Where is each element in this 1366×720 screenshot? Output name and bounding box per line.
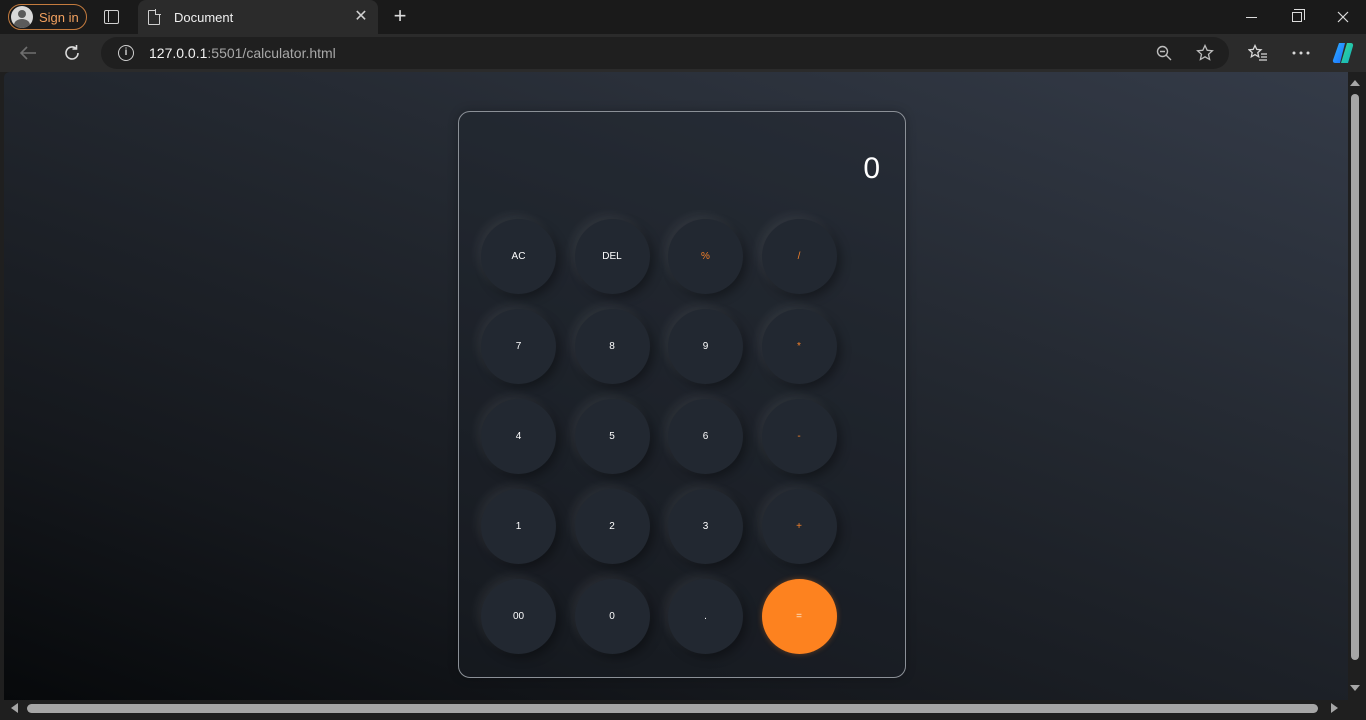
key-digit-5-button[interactable]: 5	[574, 399, 650, 474]
scroll-right-arrow-icon[interactable]	[1331, 703, 1338, 713]
calculator-display: 0	[863, 152, 880, 185]
url-path: :5501/calculator.html	[207, 45, 336, 61]
restore-icon	[1292, 9, 1305, 22]
browser-titlebar: Sign in Document ✕ +	[0, 0, 1366, 34]
url-text[interactable]: 127.0.0.1:5501/calculator.html	[149, 45, 336, 61]
key-digit-1-button[interactable]: 1	[481, 489, 556, 564]
url-host: 127.0.0.1	[149, 45, 208, 61]
key-digit-7-button[interactable]: 7	[481, 309, 556, 384]
tab-document[interactable]: Document ✕	[138, 0, 378, 34]
key-digit-9-button[interactable]: 9	[668, 309, 743, 384]
avatar-icon	[11, 6, 33, 28]
vertical-scrollbar[interactable]	[1348, 72, 1362, 700]
profile-sign-in-button[interactable]: Sign in	[8, 4, 87, 30]
arrow-left-icon	[19, 46, 36, 60]
window-minimize-button[interactable]	[1228, 0, 1274, 34]
key-delete-button[interactable]: DEL	[574, 219, 650, 294]
reload-button[interactable]	[57, 38, 87, 68]
copilot-icon[interactable]	[1331, 41, 1355, 65]
key-clear-button[interactable]: AC	[481, 219, 556, 294]
page-viewport: 0 AC DEL%/7 8 9 * 4 5 6-1 2 3 +00 0. =	[4, 72, 1348, 700]
favorites-icon[interactable]	[1247, 42, 1269, 64]
key-equals-button[interactable]: =	[761, 579, 837, 654]
window-restore-button[interactable]	[1274, 0, 1320, 34]
key-digit-2-button[interactable]: 2	[574, 489, 650, 564]
key-digit-3-button[interactable]: 3	[668, 489, 743, 564]
tab-close-icon[interactable]: ✕	[352, 8, 370, 26]
minimize-icon	[1245, 16, 1257, 18]
document-icon	[148, 9, 161, 25]
favorite-star-icon[interactable]	[1195, 43, 1215, 63]
horizontal-scroll-thumb[interactable]	[27, 704, 1318, 713]
browser-toolbar: i 127.0.0.1:5501/calculator.html	[0, 34, 1366, 72]
new-tab-button[interactable]: +	[389, 5, 411, 28]
reload-icon	[65, 45, 79, 60]
window-close-button[interactable]	[1320, 0, 1366, 34]
close-icon	[1337, 11, 1349, 23]
site-info-icon[interactable]: i	[118, 45, 134, 61]
key-digit-0-button[interactable]: 0	[574, 579, 650, 654]
more-options-icon[interactable]	[1290, 42, 1312, 64]
key-double-zero-button[interactable]: 00	[481, 579, 556, 654]
zoom-out-icon[interactable]	[1154, 43, 1174, 63]
key-add-button[interactable]: +	[761, 489, 837, 564]
key-decimal-button[interactable]: .	[668, 579, 743, 654]
back-button[interactable]	[13, 38, 43, 68]
scroll-down-arrow-icon[interactable]	[1350, 685, 1360, 691]
key-percent-button[interactable]: %	[668, 219, 743, 294]
key-subtract-button[interactable]: -	[761, 399, 837, 474]
address-bar[interactable]: i 127.0.0.1:5501/calculator.html	[101, 37, 1229, 69]
calculator-keypad: AC DEL%/ 7 8 9 * 4 5 6- 1 2 3 +00 0. =	[481, 219, 837, 654]
horizontal-scrollbar[interactable]	[0, 700, 1366, 720]
profile-label: Sign in	[39, 9, 79, 25]
key-multiply-button[interactable]: *	[761, 309, 837, 384]
tab-title: Document	[174, 9, 234, 25]
scroll-up-arrow-icon[interactable]	[1350, 80, 1360, 86]
scroll-left-arrow-icon[interactable]	[11, 703, 18, 713]
vertical-scroll-thumb[interactable]	[1351, 94, 1359, 660]
tab-actions-icon[interactable]	[101, 7, 121, 27]
key-divide-button[interactable]: /	[761, 219, 837, 294]
key-digit-6-button[interactable]: 6	[668, 399, 743, 474]
key-digit-8-button[interactable]: 8	[574, 309, 650, 384]
key-digit-4-button[interactable]: 4	[481, 399, 556, 474]
calculator: 0 AC DEL%/7 8 9 * 4 5 6-1 2 3 +00 0. =	[458, 111, 906, 678]
